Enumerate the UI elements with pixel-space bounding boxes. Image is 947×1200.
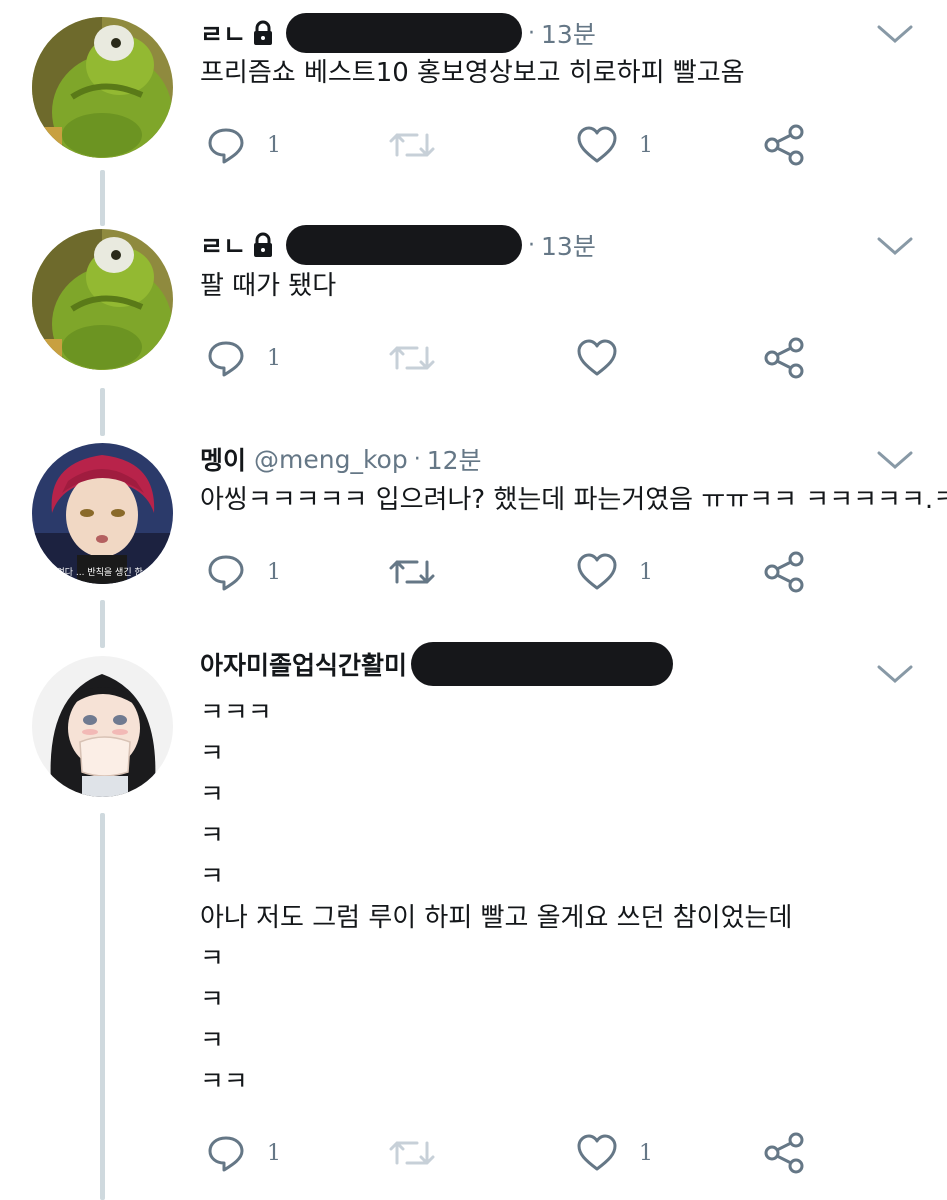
tweet-text-line: ㅋ xyxy=(200,780,224,810)
tweet-text: ㅋㅋㅋ ㅋ ㅋ ㅋ ㅋ 아나 저도 그럼 루이 하피 빨고 올게요 쓰던 참이었… xyxy=(200,693,792,1103)
tweet-text-line: ㅋ xyxy=(200,985,224,1015)
retweet-button[interactable] xyxy=(387,333,457,383)
tweet-text: 프리즘쇼 베스트10 홍보영상보고 히로하피 빨고옴 xyxy=(200,58,745,88)
frog-avatar-image xyxy=(32,17,173,158)
chevron-down-icon[interactable] xyxy=(876,662,914,686)
like-button[interactable]: 1 xyxy=(575,547,653,597)
tweet-actions: 1 1 xyxy=(200,120,920,170)
tweet-header: ㄹㄴ · 13분 xyxy=(200,13,596,53)
tweet-text-line: ㅋㅋㅋ xyxy=(200,698,272,728)
retweet-button[interactable] xyxy=(387,1128,457,1178)
tweet-header: 아자미졸업식간활미 xyxy=(200,642,674,686)
share-icon xyxy=(763,551,805,593)
tweet[interactable]: 전 물었다 ... 반칙을 생긴 한 거야? 멩이 @meng_kop · 12… xyxy=(0,426,947,640)
like-count: 1 xyxy=(639,559,653,585)
like-button[interactable]: 1 xyxy=(575,1128,653,1178)
display-name[interactable]: ㄹㄴ xyxy=(200,227,246,263)
display-name[interactable]: 멩이 xyxy=(200,441,246,477)
redacted-handle xyxy=(411,642,674,686)
tweet-text-line: ㅋㅋ xyxy=(200,1067,248,1097)
reply-count: 1 xyxy=(267,345,281,371)
reply-icon xyxy=(205,124,247,166)
tweet[interactable]: ㄹㄴ · 13분 프리즘쇼 베스트10 홍보영상보고 히로하피 빨고옴 1 1 xyxy=(0,0,947,212)
retweet-icon xyxy=(387,1133,437,1173)
chevron-down-icon[interactable] xyxy=(876,234,914,258)
thread-page: ㄹㄴ · 13분 프리즘쇼 베스트10 홍보영상보고 히로하피 빨고옴 1 1 xyxy=(0,0,947,1200)
like-icon xyxy=(575,338,619,378)
reply-button[interactable]: 1 xyxy=(205,333,281,383)
lock-icon xyxy=(252,20,274,46)
like-icon xyxy=(575,125,619,165)
chevron-down-icon[interactable] xyxy=(876,448,914,472)
tweet-header: ㄹㄴ · 13분 xyxy=(200,225,596,265)
share-button[interactable] xyxy=(763,333,805,383)
share-button[interactable] xyxy=(763,1128,805,1178)
timestamp[interactable]: 12분 xyxy=(427,441,482,477)
like-button[interactable]: 1 xyxy=(575,120,653,170)
retweet-icon xyxy=(387,338,437,378)
tweet-actions: 1 1 xyxy=(200,1128,920,1178)
share-icon xyxy=(763,337,805,379)
reply-icon xyxy=(205,551,247,593)
retweet-icon xyxy=(387,125,437,165)
like-icon xyxy=(575,552,619,592)
tweet-actions: 1 1 xyxy=(200,547,920,597)
tweet-text-line: ㅋ xyxy=(200,944,224,974)
like-icon xyxy=(575,1133,619,1173)
retweet-button[interactable] xyxy=(387,547,457,597)
avatar-caption: 전 물었다 ... 반칙을 생긴 한 거야? xyxy=(37,566,167,578)
share-icon xyxy=(763,1132,805,1174)
tweet-text-line: ㅋ xyxy=(200,739,224,769)
tweet-text: 아씽ㅋㅋㅋㅋㅋ 입으려나? 했는데 파는거였음 ㅠㅠㅋㅋ ㅋㅋㅋㅋㅋ.ㅋ xyxy=(200,485,947,515)
separator-dot: · xyxy=(528,20,536,46)
tweet-text-line: 아나 저도 그럼 루이 하피 빨고 올게요 쓰던 참이었는데 xyxy=(200,903,793,933)
avatar[interactable] xyxy=(32,229,173,370)
like-button[interactable] xyxy=(575,333,639,383)
frog-avatar-image xyxy=(32,229,173,370)
tweet-actions: 1 xyxy=(200,333,920,383)
display-name[interactable]: ㄹㄴ xyxy=(200,15,246,51)
display-name[interactable]: 아자미졸업식간활미 xyxy=(200,646,407,682)
avatar[interactable]: 전 물었다 ... 반칙을 생긴 한 거야? xyxy=(32,443,173,584)
tweet-text-line: ㅋ xyxy=(200,862,224,892)
avatar[interactable] xyxy=(32,17,173,158)
separator-dot: · xyxy=(528,232,536,258)
retweet-button[interactable] xyxy=(387,120,457,170)
tweet-text: 팔 때가 됐다 xyxy=(200,271,337,301)
user-handle[interactable]: @meng_kop xyxy=(254,445,408,474)
lock-icon xyxy=(252,232,274,258)
redacted-handle xyxy=(286,225,523,265)
reply-icon xyxy=(205,1132,247,1174)
separator-dot: · xyxy=(413,446,421,472)
like-count: 1 xyxy=(639,132,653,158)
reply-count: 1 xyxy=(267,132,281,158)
timestamp[interactable]: 13분 xyxy=(541,15,596,51)
anime-girl-avatar-image xyxy=(32,656,173,797)
avatar[interactable] xyxy=(32,656,173,797)
reply-count: 1 xyxy=(267,559,281,585)
tweet[interactable]: ㄹㄴ · 13분 팔 때가 됐다 1 xyxy=(0,212,947,426)
share-button[interactable] xyxy=(763,120,805,170)
retweet-icon xyxy=(387,552,437,592)
tweet-header: 멩이 @meng_kop · 12분 xyxy=(200,439,482,479)
chevron-down-icon[interactable] xyxy=(876,22,914,46)
tweet-text-line: ㅋ xyxy=(200,821,224,851)
reply-button[interactable]: 1 xyxy=(205,120,281,170)
tweet[interactable]: 아자미졸업식간활미 ㅋㅋㅋ ㅋ ㅋ ㅋ ㅋ 아나 저도 그럼 루이 하피 빨고 … xyxy=(0,640,947,1200)
reply-icon xyxy=(205,337,247,379)
tweet-text-line: ㅋ xyxy=(200,1026,224,1056)
share-icon xyxy=(763,124,805,166)
reply-count: 1 xyxy=(267,1140,281,1166)
redacted-handle xyxy=(286,13,523,53)
reply-button[interactable]: 1 xyxy=(205,1128,281,1178)
reply-button[interactable]: 1 xyxy=(205,547,281,597)
share-button[interactable] xyxy=(763,547,805,597)
timestamp[interactable]: 13분 xyxy=(541,227,596,263)
like-count: 1 xyxy=(639,1140,653,1166)
anime-boy-avatar-image: 전 물었다 ... 반칙을 생긴 한 거야? xyxy=(32,443,173,584)
